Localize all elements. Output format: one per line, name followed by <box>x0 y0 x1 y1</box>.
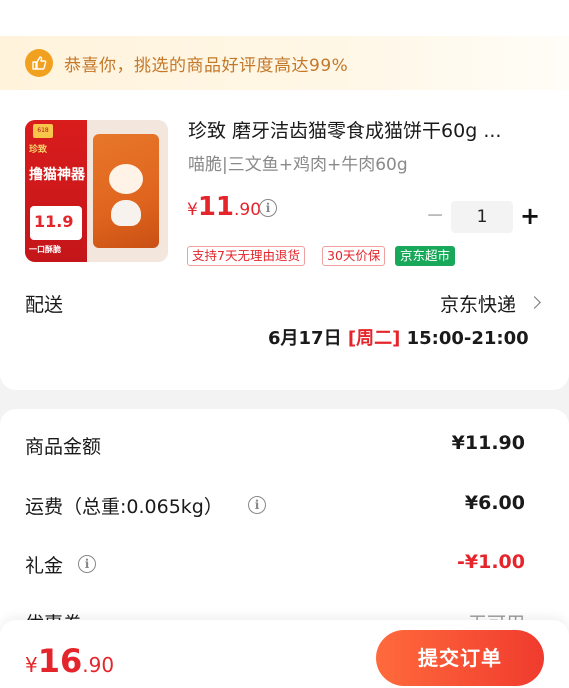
thumbnail-headline: 撸猫神器 <box>29 167 85 183</box>
shipping-fee-info-icon[interactable]: i <box>248 496 266 514</box>
price-decimal: .90 <box>234 200 262 220</box>
cat-image <box>111 200 141 226</box>
shipping-method-selector[interactable]: 京东快递 <box>440 290 516 317</box>
thumbnail-price-box: 11.9 <box>30 206 82 240</box>
thumbnail-618-badge: 618 <box>33 124 53 138</box>
praise-text: 恭喜你，挑选的商品好评度高达99% <box>64 56 349 76</box>
quantity-increase-button[interactable]: + <box>520 204 540 228</box>
product-package-image <box>93 134 159 248</box>
delivery-date: 6月17日 <box>268 328 342 349</box>
thumbnail-brand: 珍致 <box>29 145 48 155</box>
chevron-right-icon[interactable] <box>528 296 541 309</box>
thumbnail-promo-panel: 618 珍致 撸猫神器 11.9 一口酥脆 <box>25 120 87 262</box>
shipping-fee-label: 运费（总重:0.065kg） <box>25 496 223 518</box>
praise-banner: 恭喜你，挑选的商品好评度高达99% <box>0 36 569 90</box>
delivery-time-range: 15:00-21:00 <box>406 328 529 349</box>
product-thumbnail[interactable]: 618 珍致 撸猫神器 11.9 一口酥脆 <box>25 120 168 262</box>
gift-cash-value: -¥1.00 <box>457 551 525 573</box>
shipping-label: 配送 <box>25 294 64 316</box>
subtotal-value: ¥11.90 <box>451 432 525 454</box>
thumbnail-price: 11.9 <box>34 212 74 231</box>
price-integer: 11 <box>197 192 235 222</box>
checkout-bar: ¥16.90 提交订单 <box>0 620 569 688</box>
subtotal-label: 商品金额 <box>25 436 102 458</box>
product-title[interactable]: 珍致 磨牙洁齿猫零食成猫饼干60g ... <box>188 116 501 143</box>
tag-7-day-return: 支持7天无理由退货 <box>187 246 305 266</box>
quantity-input[interactable]: 1 <box>451 201 513 233</box>
total-decimal: .90 <box>82 653 115 677</box>
delivery-time[interactable]: 6月17日 [周二] 15:00-21:00 <box>268 324 529 350</box>
thumbnail-footer: 一口酥脆 <box>29 245 61 254</box>
quantity-decrease-button[interactable]: − <box>426 205 444 227</box>
total-integer: 16 <box>37 642 83 680</box>
delivery-weekday: [周二] <box>347 328 401 349</box>
gift-cash-info-icon[interactable]: i <box>78 555 96 573</box>
package-label <box>109 164 143 194</box>
price-info-icon[interactable]: i <box>259 199 277 217</box>
gift-cash-label: 礼金 <box>25 555 64 577</box>
tag-30-day-price-protect: 30天价保 <box>322 246 386 266</box>
submit-order-button[interactable]: 提交订单 <box>376 630 544 686</box>
product-price: ¥11.90 <box>187 192 261 222</box>
tag-jd-supermarket: 京东超市 <box>395 246 456 266</box>
order-item-card: 恭喜你，挑选的商品好评度高达99% 618 珍致 撸猫神器 11.9 一口酥脆 … <box>0 0 569 390</box>
thumbs-up-icon <box>25 49 53 77</box>
product-spec[interactable]: 喵脆|三文鱼+鸡肉+牛肉60g <box>188 150 408 175</box>
total-price: ¥16.90 <box>25 642 114 680</box>
price-currency: ¥ <box>187 200 198 220</box>
total-currency: ¥ <box>25 653 38 677</box>
shipping-fee-value: ¥6.00 <box>464 492 525 514</box>
